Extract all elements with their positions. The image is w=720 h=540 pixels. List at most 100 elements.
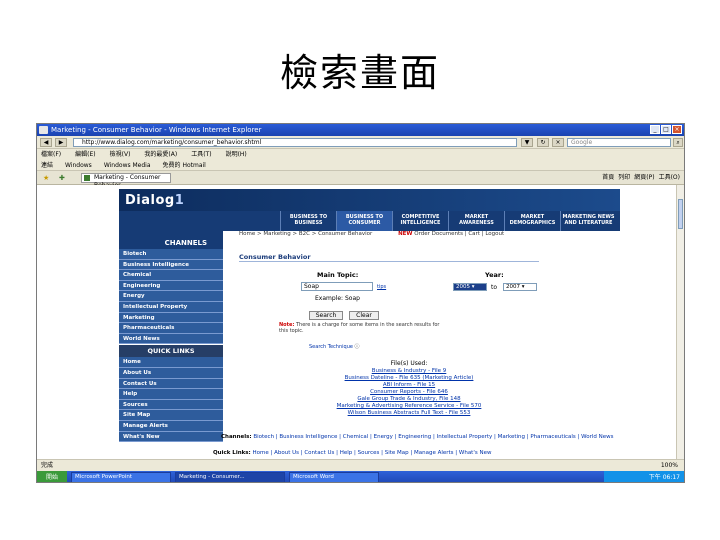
quick-whats-new[interactable]: What's New	[119, 431, 223, 443]
search-button[interactable]: Search	[309, 311, 343, 320]
sidebar: CHANNELS Biotech Business Intelligence C…	[119, 231, 223, 455]
menu-view[interactable]: 檢視(V)	[110, 149, 131, 160]
vertical-scrollbar[interactable]	[676, 185, 684, 459]
channel-world-news[interactable]: World News	[119, 333, 223, 345]
nav-competitive-intelligence[interactable]: COMPETITIVE INTELLIGENCE	[392, 211, 448, 231]
dialog-header: Dialog1	[119, 189, 620, 211]
quick-about-us[interactable]: About Us	[119, 367, 223, 379]
menu-bar: 檔案(F) 編輯(E) 檢視(V) 我的最愛(A) 工具(T) 說明(H)	[37, 149, 684, 160]
link-hotmail[interactable]: 免費的 Hotmail	[163, 160, 206, 170]
channel-chemical[interactable]: Chemical	[119, 270, 223, 281]
file-link[interactable]: Consumer Reports - File 646	[309, 389, 509, 395]
favorites-star-icon[interactable]: ★	[43, 174, 49, 182]
start-button[interactable]: 開始	[37, 471, 67, 482]
title-divider	[239, 261, 539, 262]
dropdown-icon[interactable]: ▼	[521, 138, 533, 147]
search-icon[interactable]: ⌕	[673, 138, 683, 147]
page-content: Dialog1 BUSINESS TO BUSINESS BUSINESS TO…	[37, 185, 678, 459]
ie-icon	[39, 126, 48, 134]
taskbar-item-word[interactable]: Microsoft Word	[289, 472, 379, 482]
status-text: 完成	[41, 462, 54, 469]
browser-screenshot: Marketing - Consumer Behavior - Windows …	[36, 123, 685, 483]
year-label: Year:	[485, 271, 504, 279]
address-toolbar: ◀ ▶ http://www.dialog.com/marketing/cons…	[37, 136, 684, 149]
year-from-select[interactable]: 2005 ▾	[453, 283, 487, 291]
channel-pharmaceuticals[interactable]: Pharmaceuticals	[119, 323, 223, 334]
main-topic-input[interactable]: Soap	[301, 282, 373, 291]
page-tool[interactable]: 網頁(P)	[634, 173, 654, 183]
nav-market-demographics[interactable]: MARKET DEMOGRAPHICS	[504, 211, 560, 231]
footer-channels: Channels: Biotech | Business Intelligenc…	[221, 434, 614, 440]
print-tool[interactable]: 列印	[618, 173, 630, 183]
system-tray: 下午 06:17	[604, 471, 684, 482]
channel-biotech[interactable]: Biotech	[119, 249, 223, 260]
search-technique-link[interactable]: Search Technique ⓘ	[309, 343, 360, 350]
link-windows[interactable]: Windows	[65, 160, 92, 170]
channel-energy[interactable]: Energy	[119, 291, 223, 302]
menu-tools[interactable]: 工具(T)	[191, 149, 211, 160]
channel-marketing[interactable]: Marketing	[119, 312, 223, 324]
channel-business-intelligence[interactable]: Business Intelligence	[119, 259, 223, 271]
search-input[interactable]: Google	[567, 138, 671, 147]
close-button[interactable]: ×	[672, 125, 682, 134]
file-link[interactable]: Marketing & Advertising Reference Servic…	[309, 403, 509, 409]
channel-engineering[interactable]: Engineering	[119, 280, 223, 292]
nav-marketing-news[interactable]: MARKETING NEWS AND LITERATURE	[560, 211, 616, 231]
quick-links-heading: QUICK LINKS	[119, 345, 223, 358]
forward-button[interactable]: ▶	[55, 138, 67, 147]
example-text: Example: Soap	[315, 295, 360, 302]
menu-file[interactable]: 檔案(F)	[41, 149, 61, 160]
maximize-button[interactable]: □	[661, 125, 671, 134]
menu-edit[interactable]: 編輯(E)	[75, 149, 95, 160]
top-nav: BUSINESS TO BUSINESS BUSINESS TO CONSUME…	[119, 211, 620, 231]
address-bar[interactable]: http://www.dialog.com/marketing/consumer…	[73, 138, 517, 147]
window-titlebar: Marketing - Consumer Behavior - Windows …	[37, 124, 684, 136]
quick-site-map[interactable]: Site Map	[119, 410, 223, 421]
links-label: 連結	[41, 162, 54, 169]
link-windows-media[interactable]: Windows Media	[104, 160, 151, 170]
add-favorite-icon[interactable]: ✚	[59, 174, 65, 182]
file-link[interactable]: Business Dateline - File 635 (Marketing …	[309, 375, 509, 381]
refresh-icon[interactable]: ↻	[537, 138, 549, 147]
stop-icon[interactable]: ×	[552, 138, 564, 147]
tab-bar: ★ ✚ Marketing - Consumer Behavior 首頁 列印 …	[37, 171, 684, 189]
dialog-logo[interactable]: Dialog1	[125, 193, 184, 208]
quick-manage-alerts[interactable]: Manage Alerts	[119, 420, 223, 432]
nav-b2b[interactable]: BUSINESS TO BUSINESS	[280, 211, 336, 231]
home-tool[interactable]: 首頁	[602, 173, 614, 183]
slide-title: 檢索畫面	[279, 51, 440, 95]
taskbar-item-powerpoint[interactable]: Microsoft PowerPoint	[71, 472, 171, 482]
quick-sources[interactable]: Sources	[119, 399, 223, 411]
year-to-select[interactable]: 2007 ▾	[503, 283, 537, 291]
back-button[interactable]: ◀	[40, 138, 52, 147]
tips-link[interactable]: tips	[377, 284, 386, 290]
new-badge: NEW	[398, 231, 413, 237]
taskbar: 開始 Microsoft PowerPoint Marketing - Cons…	[37, 471, 684, 482]
favicon-icon	[84, 175, 90, 181]
minimize-button[interactable]: _	[650, 125, 660, 134]
nav-market-awareness[interactable]: MARKET AWARENESS	[448, 211, 504, 231]
file-link[interactable]: Business & Industry - File 9	[309, 368, 509, 374]
breadcrumb: Home > Marketing > B2C > Consumer Behavi…	[239, 231, 505, 237]
file-link[interactable]: Wilson Business Abstracts Full Text - Fi…	[309, 410, 509, 416]
window-title: Marketing - Consumer Behavior - Windows …	[51, 126, 262, 134]
menu-help[interactable]: 說明(H)	[226, 149, 247, 160]
taskbar-item-ie[interactable]: Marketing - Consumer...	[175, 472, 285, 482]
channel-intellectual-property[interactable]: Intellectual Property	[119, 301, 223, 313]
tab-marketing[interactable]: Marketing - Consumer Behavior	[81, 173, 171, 189]
page-title: Consumer Behavior	[239, 253, 311, 261]
clear-button[interactable]: Clear	[349, 311, 379, 320]
scroll-thumb[interactable]	[678, 199, 683, 229]
quick-home[interactable]: Home	[119, 357, 223, 368]
account-links[interactable]: Order Documents | Cart | Logout	[414, 231, 504, 237]
quick-contact-us[interactable]: Contact Us	[119, 378, 223, 390]
status-bar: 完成 100%	[37, 459, 684, 471]
quick-help[interactable]: Help	[119, 389, 223, 400]
nav-b2c[interactable]: BUSINESS TO CONSUMER	[336, 211, 392, 231]
charge-note: Note: There is a charge for some items i…	[279, 322, 440, 334]
menu-favorites[interactable]: 我的最愛(A)	[144, 149, 177, 160]
file-link[interactable]: Gale Group Trade & Industry, File 148	[309, 396, 509, 402]
footer-quick-links: Quick Links: Home | About Us | Contact U…	[213, 450, 492, 456]
tools-tool[interactable]: 工具(O)	[659, 173, 680, 183]
file-link[interactable]: ABI Inform - File 15	[309, 382, 509, 388]
